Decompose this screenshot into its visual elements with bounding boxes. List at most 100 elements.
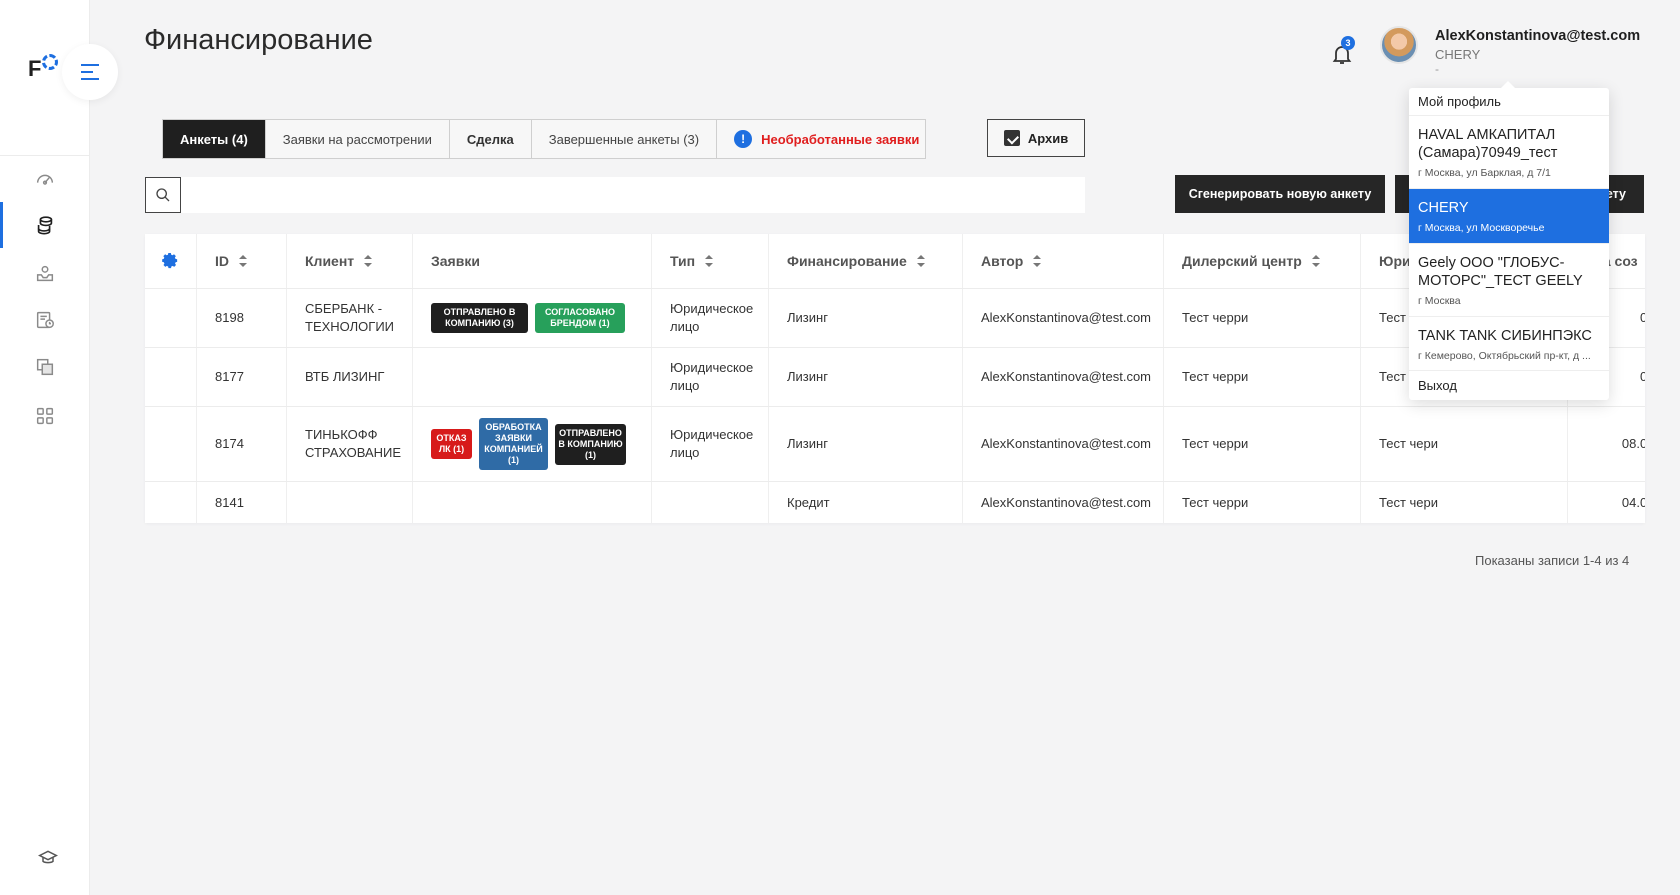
status-badge[interactable]: ОТКАЗ ЛК (1) <box>431 429 472 459</box>
grid-icon <box>36 407 54 425</box>
cell-financing: Кредит <box>769 482 963 523</box>
row-select-cell[interactable] <box>145 407 197 481</box>
cell-requests: ОТКАЗ ЛК (1) ОБРАБОТКА ЗАЯВКИ КОМПАНИЕЙ … <box>413 407 652 481</box>
archive-icon <box>1003 130 1020 146</box>
sidebar-item-financing[interactable] <box>0 202 90 248</box>
cell-date: 08.04.2024 <box>1568 407 1645 481</box>
col-type[interactable]: Тип <box>652 234 769 288</box>
company-name: TANK TANK СИБИНПЭКС <box>1418 328 1592 344</box>
avatar[interactable] <box>1380 26 1418 64</box>
tab-unprocessed[interactable]: ! Необработанные заявки <box>717 120 936 158</box>
cell-type <box>652 482 769 523</box>
coins-icon <box>37 216 53 235</box>
col-dealer-label: Дилерский центр <box>1182 253 1302 269</box>
menu-toggle-button[interactable] <box>62 44 118 100</box>
sidebar: F <box>0 0 90 895</box>
cell-type-line: Юридическое <box>670 301 754 316</box>
cell-id: 8177 <box>197 348 287 406</box>
company-name: Geely ООО "ГЛОБУС-МОТОРС"_ТЕСТ GEELY <box>1418 255 1583 289</box>
row-select-cell[interactable] <box>145 482 197 523</box>
cell-client-line: ТЕХНОЛОГИИ <box>305 319 395 334</box>
cell-id: 8198 <box>197 289 287 347</box>
table-row[interactable]: 8141 Кредит AlexKonstantinova@test.com Т… <box>145 482 1645 523</box>
tab-completed[interactable]: Завершенные анкеты (3) <box>532 120 718 158</box>
col-type-label: Тип <box>670 253 696 269</box>
status-badge[interactable]: ОБРАБОТКА ЗАЯВКИ КОМПАНИЕЙ (1) <box>479 418 548 470</box>
col-dealer[interactable]: Дилерский центр <box>1164 234 1361 288</box>
cell-legal: Тест чери <box>1361 407 1568 481</box>
sidebar-item-history[interactable] <box>0 297 90 343</box>
sort-icon <box>705 255 714 267</box>
user-extra: - <box>1435 62 1439 76</box>
cell-dealer: Тест черри <box>1164 289 1361 347</box>
row-select-cell[interactable] <box>145 289 197 347</box>
tab-under-review[interactable]: Заявки на рассмотрении <box>266 120 450 158</box>
notification-badge: 3 <box>1341 36 1355 50</box>
user-email[interactable]: AlexKonstantinova@test.com <box>1435 28 1640 44</box>
table-settings-cell[interactable] <box>145 234 197 288</box>
cell-requests <box>413 482 652 523</box>
cell-requests <box>413 348 652 406</box>
col-client[interactable]: Клиент <box>287 234 413 288</box>
menu-item-company[interactable]: TANK TANK СИБИНПЭКС г Кемерово, Октябрьс… <box>1409 317 1609 371</box>
status-badge[interactable]: ОТПРАВЛЕНО В КОМПАНИЮ (1) <box>555 423 626 465</box>
cell-financing: Лизинг <box>769 407 963 481</box>
search-button[interactable] <box>145 177 181 213</box>
sidebar-item-dashboard[interactable] <box>0 156 90 202</box>
cell-dealer: Тест черри <box>1164 348 1361 406</box>
company-name: CHERY <box>1418 200 1469 216</box>
cell-author: AlexKonstantinova@test.com <box>963 289 1164 347</box>
profile-dropdown: Мой профиль HAVAL АМКАПИТАЛ (Самара)7094… <box>1409 88 1609 400</box>
menu-item-company[interactable]: Geely ООО "ГЛОБУС-МОТОРС"_ТЕСТ GEELY г М… <box>1409 244 1609 317</box>
col-financing[interactable]: Финансирование <box>769 234 963 288</box>
document-clock-icon <box>36 311 54 329</box>
sidebar-item-apps[interactable] <box>0 393 90 439</box>
row-select-cell[interactable] <box>145 348 197 406</box>
tab-questionnaires[interactable]: Анкеты (4) <box>163 120 266 158</box>
gauge-icon <box>36 174 54 185</box>
company-address: г Москва, ул Барклая, д 7/1 <box>1418 167 1551 179</box>
cell-client <box>287 482 413 523</box>
cell-client-line: ТИНЬКОФФ <box>305 427 378 442</box>
cell-type: Юридическое лицо <box>652 407 769 481</box>
col-id[interactable]: ID <box>197 234 287 288</box>
search-icon <box>156 188 170 202</box>
generate-questionnaire-button[interactable]: Сгенерировать новую анкету <box>1175 175 1385 213</box>
graduation-cap-icon[interactable] <box>38 848 58 868</box>
table-row[interactable]: 8174 ТИНЬКОФФ СТРАХОВАНИЕ ОТКАЗ ЛК (1) ОБ… <box>145 407 1645 482</box>
cell-client: СБЕРБАНК - ТЕХНОЛОГИИ <box>287 289 413 347</box>
sort-icon <box>364 255 373 267</box>
sidebar-item-clients[interactable] <box>0 250 90 296</box>
cell-type-line: лицо <box>670 445 700 460</box>
status-badge[interactable]: СОГЛАСОВАНО БРЕНДОМ (1) <box>535 303 625 333</box>
sidebar-item-copies[interactable] <box>0 344 90 390</box>
status-badge[interactable]: ОТПРАВЛЕНО В КОМПАНИЮ (3) <box>431 303 528 333</box>
menu-item-company-selected[interactable]: CHERY г Москва, ул Москворечье <box>1409 189 1609 244</box>
sort-icon <box>1033 255 1042 267</box>
cell-financing: Лизинг <box>769 289 963 347</box>
user-box-icon <box>36 265 54 282</box>
app-logo[interactable]: F <box>28 54 59 82</box>
cell-author: AlexKonstantinova@test.com <box>963 348 1164 406</box>
menu-item-logout[interactable]: Выход <box>1409 371 1609 399</box>
menu-icon <box>81 64 99 80</box>
menu-item-company[interactable]: HAVAL АМКАПИТАЛ (Самара)70949_тест г Мос… <box>1409 116 1609 189</box>
layers-icon <box>36 358 54 376</box>
cell-author: AlexKonstantinova@test.com <box>963 407 1164 481</box>
cell-type-line: лицо <box>670 319 700 334</box>
col-requests-label: Заявки <box>431 253 480 269</box>
cell-type: Юридическое лицо <box>652 348 769 406</box>
company-address: г Москва <box>1418 295 1461 307</box>
tab-deal[interactable]: Сделка <box>450 120 532 158</box>
cell-type: Юридическое лицо <box>652 289 769 347</box>
archive-button[interactable]: Архив <box>987 119 1085 157</box>
cell-legal: Тест чери <box>1361 482 1568 523</box>
cell-author: AlexKonstantinova@test.com <box>963 482 1164 523</box>
menu-item-profile[interactable]: Мой профиль <box>1409 88 1609 116</box>
col-financing-label: Финансирование <box>787 253 907 269</box>
cell-client: ВТБ ЛИЗИНГ <box>287 348 413 406</box>
search-input[interactable] <box>181 177 1085 213</box>
search-bar <box>145 177 1085 213</box>
alert-icon: ! <box>734 130 753 148</box>
col-author[interactable]: Автор <box>963 234 1164 288</box>
